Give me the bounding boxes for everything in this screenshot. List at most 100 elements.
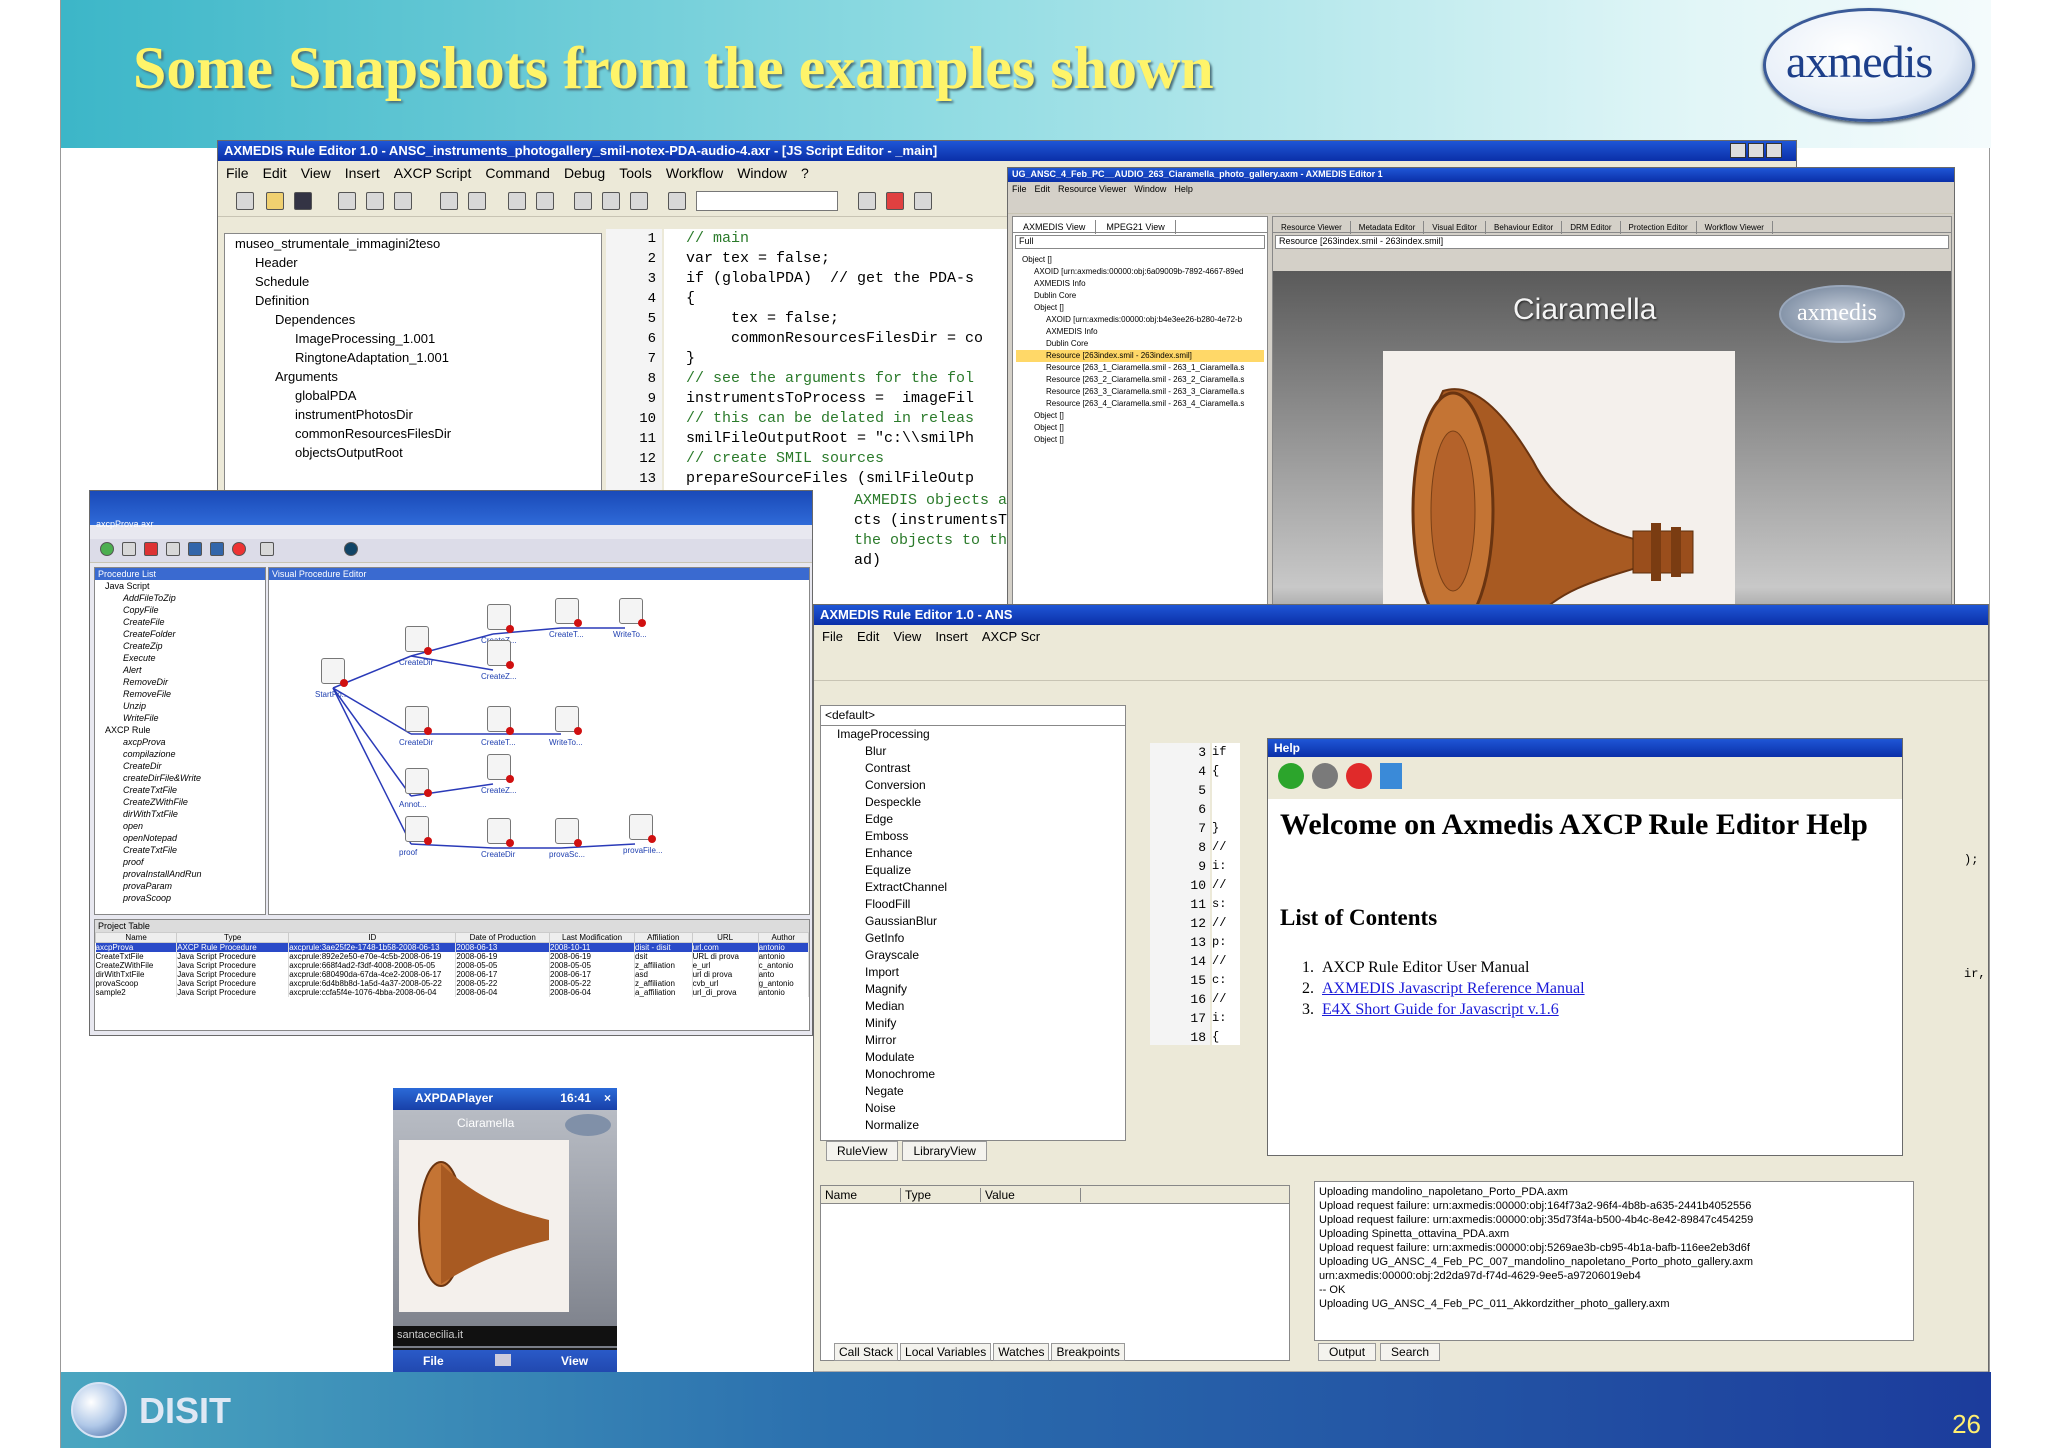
menu-item-axcpscr[interactable]: AXCP Scr xyxy=(982,629,1040,644)
tab-watches[interactable]: Watches xyxy=(993,1343,1050,1361)
axmedis-tree-node[interactable]: Object [] xyxy=(1016,434,1264,446)
forward-icon[interactable] xyxy=(1312,763,1338,789)
procedure-item[interactable]: CreateDir xyxy=(101,760,265,772)
help-link[interactable]: E4X Short Guide for Javascript v.1.6 xyxy=(1322,1001,1559,1018)
save-icon[interactable] xyxy=(188,542,202,556)
tab-libraryview[interactable]: LibraryView xyxy=(902,1141,987,1161)
tree-node[interactable]: Dependences xyxy=(225,310,601,329)
tree-node[interactable]: RingtoneAdaptation_1.001 xyxy=(225,348,601,367)
menu-item-file[interactable]: File xyxy=(822,629,843,644)
column-header[interactable]: Name xyxy=(95,932,178,943)
library-item[interactable]: Modulate xyxy=(827,1049,1125,1066)
procedure-item[interactable]: CreateFile xyxy=(101,616,265,628)
stop-icon[interactable] xyxy=(232,542,246,556)
minimize-icon[interactable] xyxy=(1730,143,1746,158)
procedure-node[interactable] xyxy=(487,754,514,783)
procedure-node[interactable] xyxy=(629,814,656,843)
procedure-item[interactable]: provaParam xyxy=(101,880,265,892)
tree-node[interactable]: Arguments xyxy=(225,367,601,386)
axmedis-tree-node[interactable]: Resource [263_1_Ciaramella.smil - 263_1_… xyxy=(1016,362,1264,374)
column-header[interactable]: Type xyxy=(176,932,290,943)
menu-item-edit[interactable]: Edit xyxy=(857,629,879,644)
indent-icon[interactable] xyxy=(440,192,458,210)
tab-output[interactable]: Output xyxy=(1318,1343,1377,1361)
column-header[interactable]: Date of Production xyxy=(455,932,551,943)
tab-breakpoints[interactable]: Breakpoints xyxy=(1051,1343,1125,1361)
toolbar-combo[interactable] xyxy=(696,191,838,211)
tab-resource-viewer[interactable]: Resource Viewer xyxy=(1273,221,1351,234)
column-header[interactable]: Value xyxy=(981,1188,1081,1202)
axmedis-tree-node[interactable]: AXOID [urn:axmedis:00000:obj:6a09009b-78… xyxy=(1016,266,1264,278)
stop-icon[interactable] xyxy=(886,192,904,210)
table-row[interactable]: CreateTxtFile Java Script Procedure axcpru… xyxy=(95,952,809,961)
library-item[interactable]: Emboss xyxy=(827,828,1125,845)
table-row[interactable]: dirWithTxtFile Java Script Procedure axcpr… xyxy=(95,970,809,979)
menu-item-help[interactable]: Help xyxy=(1174,184,1193,194)
procedure-node[interactable] xyxy=(487,706,514,735)
library-item[interactable]: Equalize xyxy=(827,862,1125,879)
menu-item-file[interactable]: File xyxy=(226,165,249,181)
axmedis-tree-node[interactable]: Dublin Core xyxy=(1016,290,1264,302)
tree-node[interactable]: instrumentPhotosDir xyxy=(225,405,601,424)
procedure-item[interactable]: provaInstallAndRun xyxy=(101,868,265,880)
back-icon[interactable] xyxy=(1278,763,1304,789)
library-item[interactable]: GaussianBlur xyxy=(827,913,1125,930)
axmedis-tree-node[interactable]: Object [] xyxy=(1016,410,1264,422)
tab-protection-editor[interactable]: Protection Editor xyxy=(1621,221,1697,234)
menu-item-file[interactable]: File xyxy=(1012,184,1027,194)
menu-item-window[interactable]: Window xyxy=(1134,184,1166,194)
procedure-item[interactable]: Java Script xyxy=(101,580,265,592)
menu-item-workflow[interactable]: Workflow xyxy=(666,165,723,181)
procedure-node[interactable] xyxy=(555,598,582,627)
procedure-node[interactable] xyxy=(487,604,514,633)
procedure-item[interactable]: CreateTxtFile xyxy=(101,784,265,796)
pda-file-button[interactable]: File xyxy=(423,1354,444,1368)
procedure-node[interactable] xyxy=(405,768,432,797)
library-item[interactable]: Magnify xyxy=(827,981,1125,998)
axmedis-tree-node[interactable]: Resource [263_4_Ciaramella.smil - 263_4_… xyxy=(1016,398,1264,410)
procedure-item[interactable]: CreateTxtFile xyxy=(101,844,265,856)
column-header[interactable]: Last Modification xyxy=(549,932,636,943)
library-item[interactable]: Monochrome xyxy=(827,1066,1125,1083)
menu-item-insert[interactable]: Insert xyxy=(935,629,968,644)
menu-item-resourceviewer[interactable]: Resource Viewer xyxy=(1058,184,1126,194)
library-item[interactable]: Blur xyxy=(827,743,1125,760)
tab-visual-editor[interactable]: Visual Editor xyxy=(1424,221,1487,234)
tree-node[interactable]: Header xyxy=(225,253,601,272)
function-icon[interactable] xyxy=(602,192,620,210)
play-icon[interactable] xyxy=(344,542,358,556)
axmedis-tree-node[interactable]: Object [] xyxy=(1016,422,1264,434)
procedure-item[interactable]: RemoveFile xyxy=(101,688,265,700)
library-item[interactable]: Import xyxy=(827,964,1125,981)
menu-item-tools[interactable]: Tools xyxy=(619,165,652,181)
procedure-item[interactable]: CreateZip xyxy=(101,640,265,652)
library-item[interactable]: FloodFill xyxy=(827,896,1125,913)
procedure-item[interactable]: Unzip xyxy=(101,700,265,712)
tab-behaviour-editor[interactable]: Behaviour Editor xyxy=(1486,221,1563,234)
procedure-item[interactable]: CreateFolder xyxy=(101,628,265,640)
menu-item-view[interactable]: View xyxy=(301,165,331,181)
delete-icon[interactable] xyxy=(144,542,158,556)
library-item[interactable]: Grayscale xyxy=(827,947,1125,964)
close-icon[interactable]: × xyxy=(604,1091,611,1105)
copy-icon[interactable] xyxy=(366,192,384,210)
edit-icon[interactable] xyxy=(166,542,180,556)
menu-item-view[interactable]: View xyxy=(893,629,921,644)
tab-search[interactable]: Search xyxy=(1380,1343,1441,1361)
paste-icon[interactable] xyxy=(394,192,412,210)
procedure-item[interactable]: open xyxy=(101,820,265,832)
cut-icon[interactable] xyxy=(338,192,356,210)
close-icon[interactable] xyxy=(1766,143,1782,158)
column-header[interactable]: Type xyxy=(901,1188,981,1202)
axmedis-tree-node[interactable]: Resource [263index.smil - 263index.smil] xyxy=(1016,350,1264,362)
library-item[interactable]: ExtractChannel xyxy=(827,879,1125,896)
tab-workflow-viewer[interactable]: Workflow Viewer xyxy=(1697,221,1773,234)
table-row[interactable]: CreateZWithFile Java Script Procedure axcp… xyxy=(95,961,809,970)
build-icon[interactable] xyxy=(668,192,686,210)
tab-axmedis-view[interactable]: AXMEDIS View xyxy=(1013,220,1097,234)
default-combo[interactable]: <default> xyxy=(821,706,1125,726)
procedure-item[interactable]: proof xyxy=(101,856,265,868)
procedure-item[interactable]: provaScoop xyxy=(101,892,265,904)
procedure-node[interactable] xyxy=(555,818,582,847)
procedure-item[interactable]: Execute xyxy=(101,652,265,664)
